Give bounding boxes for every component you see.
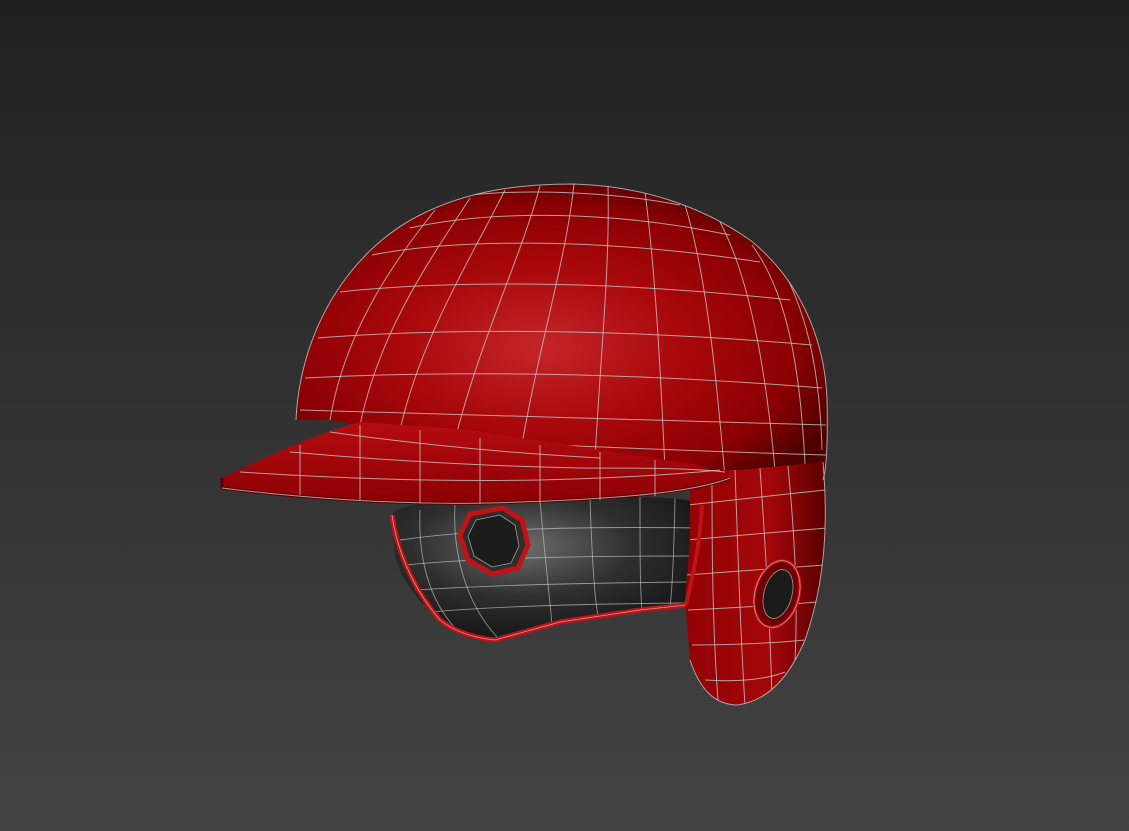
helmet-model[interactable]: [0, 0, 1129, 831]
helmet-liner: [389, 497, 702, 643]
front-ear-hole: [457, 505, 531, 577]
viewport-3d[interactable]: [0, 0, 1129, 831]
